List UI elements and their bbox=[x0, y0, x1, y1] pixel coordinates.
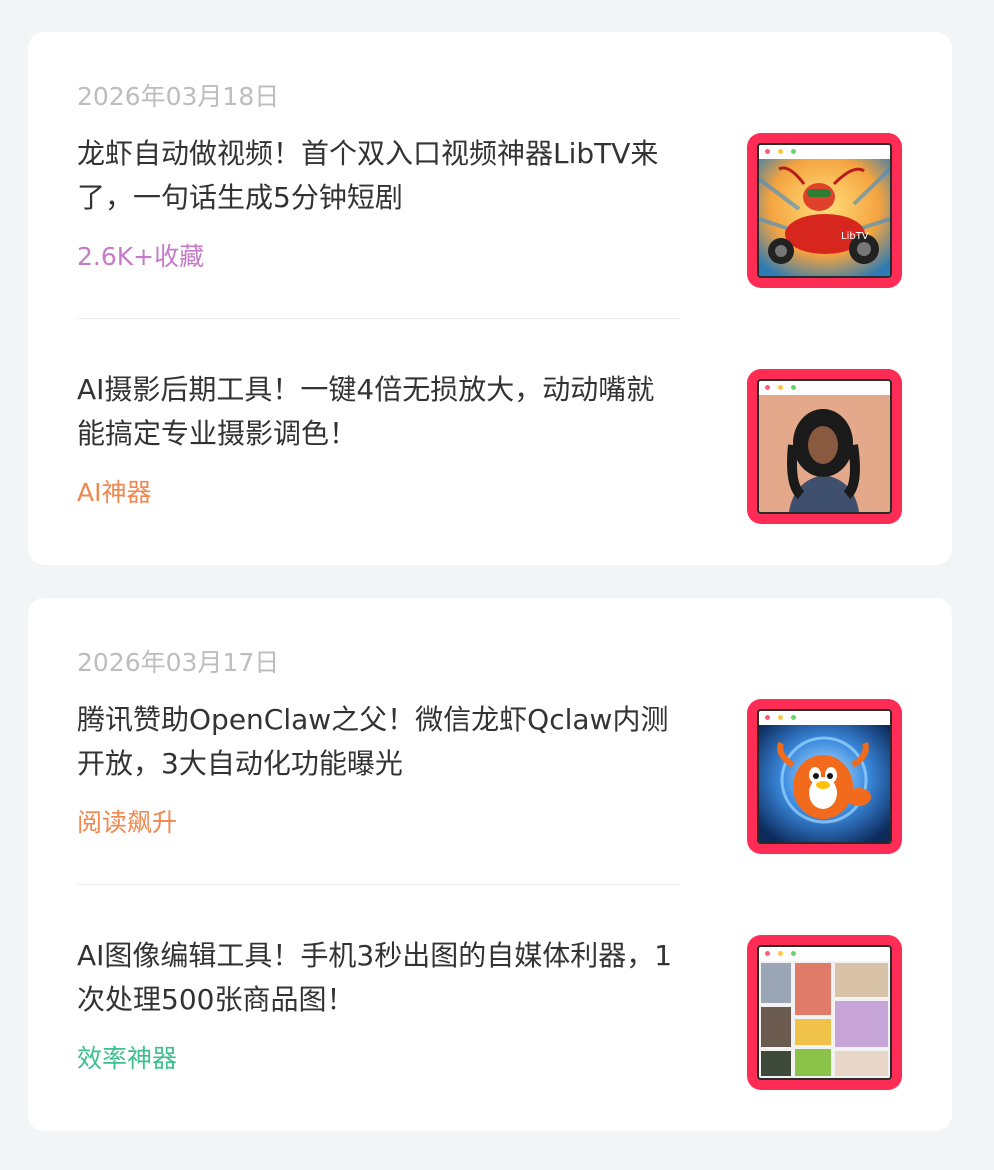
article-tag: AI神器 bbox=[77, 478, 152, 507]
group-date: 2026年03月18日 bbox=[77, 82, 280, 111]
group-date: 2026年03月17日 bbox=[77, 648, 280, 677]
lobster-race-car-image: LibTV bbox=[759, 159, 890, 276]
article-title[interactable]: 腾讯赞助OpenClaw之父！微信龙虾Qclaw内测开放，3大自动化功能曝光 bbox=[77, 698, 677, 786]
divider bbox=[77, 884, 680, 885]
article-tag: 阅读飙升 bbox=[77, 808, 178, 837]
portrait-photo-image bbox=[759, 395, 890, 512]
article-thumbnail[interactable]: LibTV bbox=[747, 133, 902, 288]
lobster-mascot-image bbox=[759, 725, 890, 842]
article-title[interactable]: AI摄影后期工具！一键4倍无损放大，动动嘴就能搞定专业摄影调色！ bbox=[77, 368, 677, 456]
article-thumbnail[interactable] bbox=[747, 699, 902, 854]
article-tag: 效率神器 bbox=[77, 1044, 178, 1073]
article-thumbnail[interactable] bbox=[747, 369, 902, 524]
article-item[interactable]: AI图像编辑工具！手机3秒出图的自媒体利器，1次处理500张商品图！ 效率神器 bbox=[77, 934, 903, 1170]
article-item[interactable]: 腾讯赞助OpenClaw之父！微信龙虾Qclaw内测开放，3大自动化功能曝光 阅… bbox=[77, 698, 903, 934]
article-title[interactable]: AI图像编辑工具！手机3秒出图的自媒体利器，1次处理500张商品图！ bbox=[77, 934, 677, 1022]
article-item[interactable]: 龙虾自动做视频！首个双入口视频神器LibTV来了，一句话生成5分钟短剧 2.6K… bbox=[77, 132, 903, 368]
divider bbox=[77, 318, 680, 319]
article-thumbnail[interactable] bbox=[747, 935, 902, 1090]
thumbnail-label: LibTV bbox=[841, 231, 869, 242]
date-group-card: 2026年03月17日 腾讯赞助OpenClaw之父！微信龙虾Qclaw内测开放… bbox=[28, 598, 952, 1131]
date-group-card: 2026年03月18日 龙虾自动做视频！首个双入口视频神器LibTV来了，一句话… bbox=[28, 32, 952, 565]
article-tag: 2.6K+收藏 bbox=[77, 242, 205, 271]
article-title[interactable]: 龙虾自动做视频！首个双入口视频神器LibTV来了，一句话生成5分钟短剧 bbox=[77, 132, 677, 220]
article-item[interactable]: AI摄影后期工具！一键4倍无损放大，动动嘴就能搞定专业摄影调色！ AI神器 bbox=[77, 368, 903, 604]
photo-collage-image bbox=[759, 961, 890, 1078]
